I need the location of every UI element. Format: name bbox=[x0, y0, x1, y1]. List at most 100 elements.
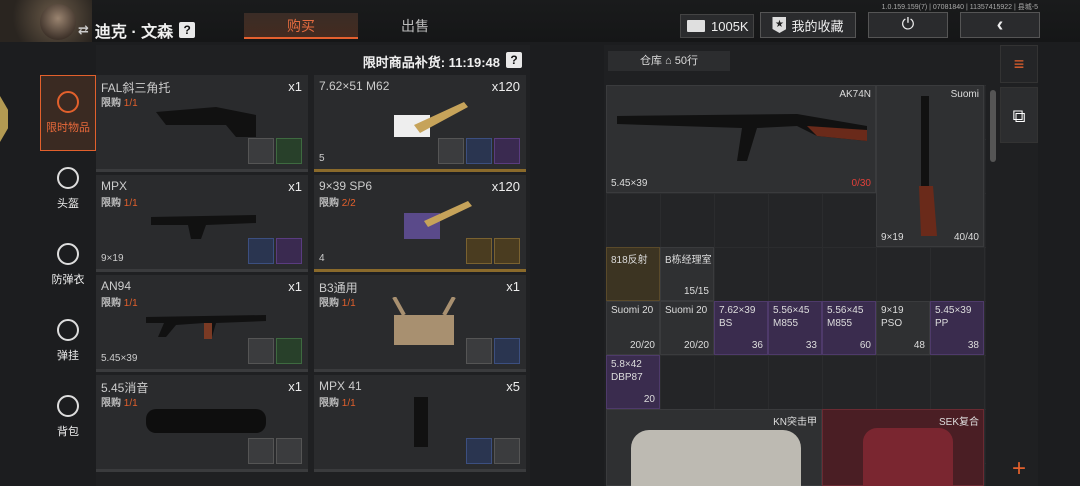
shop-card[interactable]: B3通用 限购 1/1 x1 bbox=[314, 275, 526, 372]
warehouse-item[interactable]: SEK复合 bbox=[822, 409, 984, 486]
cash-icon bbox=[687, 20, 705, 32]
warehouse-item[interactable]: Suomi 9×19 40/40 bbox=[876, 85, 984, 247]
warehouse-item[interactable]: KN突击甲 bbox=[606, 409, 822, 486]
mod-slot[interactable] bbox=[494, 438, 520, 464]
mod-slot[interactable] bbox=[466, 238, 492, 264]
mod-slot[interactable] bbox=[248, 338, 274, 364]
item-ammo: 20/20 bbox=[683, 340, 709, 351]
shop-card[interactable]: FAL斜三角托 限购 1/1 x1 bbox=[96, 75, 308, 172]
mod-slot[interactable] bbox=[276, 438, 302, 464]
item-name: 9×19 bbox=[881, 305, 904, 316]
limit-label: 限购 bbox=[101, 398, 121, 409]
limit-value: 1/1 bbox=[123, 98, 138, 109]
mod-slot[interactable] bbox=[494, 238, 520, 264]
item-caliber: PP bbox=[935, 318, 949, 329]
side-tools: ≡ ⧉ + bbox=[1000, 45, 1038, 486]
warehouse-item[interactable]: 5.45×39 PP 38 bbox=[930, 301, 984, 355]
category-label: 弹挂 bbox=[57, 350, 79, 362]
version-text: 1.0.159.159(7) | 07081840 | 11357415922 … bbox=[881, 4, 1038, 11]
category-backpack[interactable]: 背包 bbox=[40, 379, 96, 455]
item-caliber: DBP87 bbox=[611, 372, 643, 383]
limit-label: 限购 bbox=[101, 298, 121, 309]
warehouse-scrollbar[interactable] bbox=[990, 90, 996, 162]
mod-slot[interactable] bbox=[494, 138, 520, 164]
shop-card[interactable]: 5.45消音 限购 1/1 x1 bbox=[96, 375, 308, 472]
home-icon: ⌂ bbox=[665, 55, 672, 67]
warehouse-item[interactable]: 818反射 bbox=[606, 247, 660, 301]
warehouse-item[interactable]: 9×19 PSO 48 bbox=[876, 301, 930, 355]
mod-slot[interactable] bbox=[276, 138, 302, 164]
limit-label: 限购 bbox=[319, 298, 339, 309]
warehouse-item[interactable]: 5.8×42 DBP87 20 bbox=[606, 355, 660, 409]
warehouse-item[interactable]: 5.56×45 M855 60 bbox=[822, 301, 876, 355]
tab-sell[interactable]: 出售 bbox=[358, 13, 472, 39]
chest-rig-icon bbox=[57, 319, 79, 341]
category-label: 限时物品 bbox=[46, 122, 90, 134]
mod-slot[interactable] bbox=[438, 138, 464, 164]
warehouse-item[interactable]: Suomi 20 20/20 bbox=[660, 301, 714, 355]
mod-slot[interactable] bbox=[494, 338, 520, 364]
category-vest[interactable]: 防弹衣 bbox=[40, 227, 96, 303]
favorites-button[interactable]: ★ 我的收藏 bbox=[760, 12, 856, 38]
mod-slot[interactable] bbox=[248, 138, 274, 164]
item-limit: 限购 1/1 bbox=[101, 194, 138, 209]
limit-value: 2/2 bbox=[341, 198, 356, 209]
item-qty: x120 bbox=[491, 79, 520, 94]
backpack-icon bbox=[57, 395, 79, 417]
warehouse-item[interactable]: Suomi 20 20/20 bbox=[606, 301, 660, 355]
swap-icon[interactable]: ⇄ bbox=[78, 22, 89, 38]
power-button[interactable]: ⏻ bbox=[868, 12, 948, 38]
warehouse-item[interactable]: 7.62×39 BS 36 bbox=[714, 301, 768, 355]
help-icon[interactable]: ? bbox=[506, 52, 522, 68]
shop-header: 限时商品补货: 11:19:48 ? bbox=[96, 45, 530, 75]
category-helmet[interactable]: 头盔 bbox=[40, 151, 96, 227]
tab-buy[interactable]: 购买 bbox=[244, 13, 358, 39]
sort-icon[interactable]: ⧉ bbox=[1000, 87, 1038, 143]
shop-card[interactable]: 7.62×51 M62 x120 5 bbox=[314, 75, 526, 172]
shop-card[interactable]: MPX 41 限购 1/1 x5 bbox=[314, 375, 526, 472]
item-limit: 限购 1/1 bbox=[101, 294, 138, 309]
mod-slot[interactable] bbox=[466, 338, 492, 364]
item-name: 5.56×45 bbox=[827, 305, 864, 316]
category-chest-rig[interactable]: 弹挂 bbox=[40, 303, 96, 379]
mod-slot[interactable] bbox=[248, 238, 274, 264]
mod-slot[interactable] bbox=[276, 338, 302, 364]
limit-label: 限购 bbox=[101, 198, 121, 209]
limit-label: 限购 bbox=[319, 198, 339, 209]
avatar-face bbox=[40, 4, 76, 40]
item-limit: 限购 1/1 bbox=[319, 394, 356, 409]
mod-slot[interactable] bbox=[276, 238, 302, 264]
item-qty: x1 bbox=[506, 279, 520, 294]
category-label: 背包 bbox=[57, 426, 79, 438]
warehouse-header[interactable]: 仓库 ⌂ 50行 bbox=[608, 51, 730, 71]
currency-amount: 1005K bbox=[711, 18, 749, 34]
mod-slot[interactable] bbox=[466, 138, 492, 164]
item-caliber: M855 bbox=[827, 318, 853, 329]
shop-card[interactable]: 9×39 SP6 限购 2/2 x120 4 bbox=[314, 175, 526, 272]
item-qty: x1 bbox=[288, 179, 302, 194]
item-sub: 5 bbox=[319, 153, 325, 164]
warehouse-item[interactable]: 5.56×45 M855 33 bbox=[768, 301, 822, 355]
item-ammo: 0/30 bbox=[851, 178, 871, 189]
add-icon[interactable]: + bbox=[1000, 451, 1038, 486]
shop-card[interactable]: AN94 限购 1/1 x1 5.45×39 bbox=[96, 275, 308, 372]
shop-card[interactable]: MPX 限购 1/1 x1 9×19 bbox=[96, 175, 308, 272]
warehouse-item[interactable]: B栋经理室 15/15 bbox=[660, 247, 714, 301]
item-name: Suomi 20 bbox=[611, 305, 654, 316]
mod-slot[interactable] bbox=[248, 438, 274, 464]
player-name-group: ⇄ 迪克 · 文森 ? bbox=[78, 18, 196, 42]
warehouse-item[interactable]: AK74N 5.45×39 0/30 bbox=[606, 85, 876, 193]
help-icon[interactable]: ? bbox=[179, 22, 196, 38]
armor-image bbox=[863, 428, 953, 486]
category-limited[interactable]: 限时物品 bbox=[40, 75, 96, 151]
layers-icon[interactable]: ≡ bbox=[1000, 45, 1038, 83]
clock-icon bbox=[57, 91, 79, 113]
item-name: 5.56×45 bbox=[773, 305, 810, 316]
limit-label: 限购 bbox=[101, 98, 121, 109]
item-qty: x1 bbox=[288, 379, 302, 394]
back-button[interactable]: ‹ bbox=[960, 12, 1040, 38]
mod-slot[interactable] bbox=[466, 438, 492, 464]
item-qty: x1 bbox=[288, 279, 302, 294]
item-sub: 5.45×39 bbox=[101, 353, 138, 364]
side-pull-tab[interactable] bbox=[0, 96, 8, 142]
